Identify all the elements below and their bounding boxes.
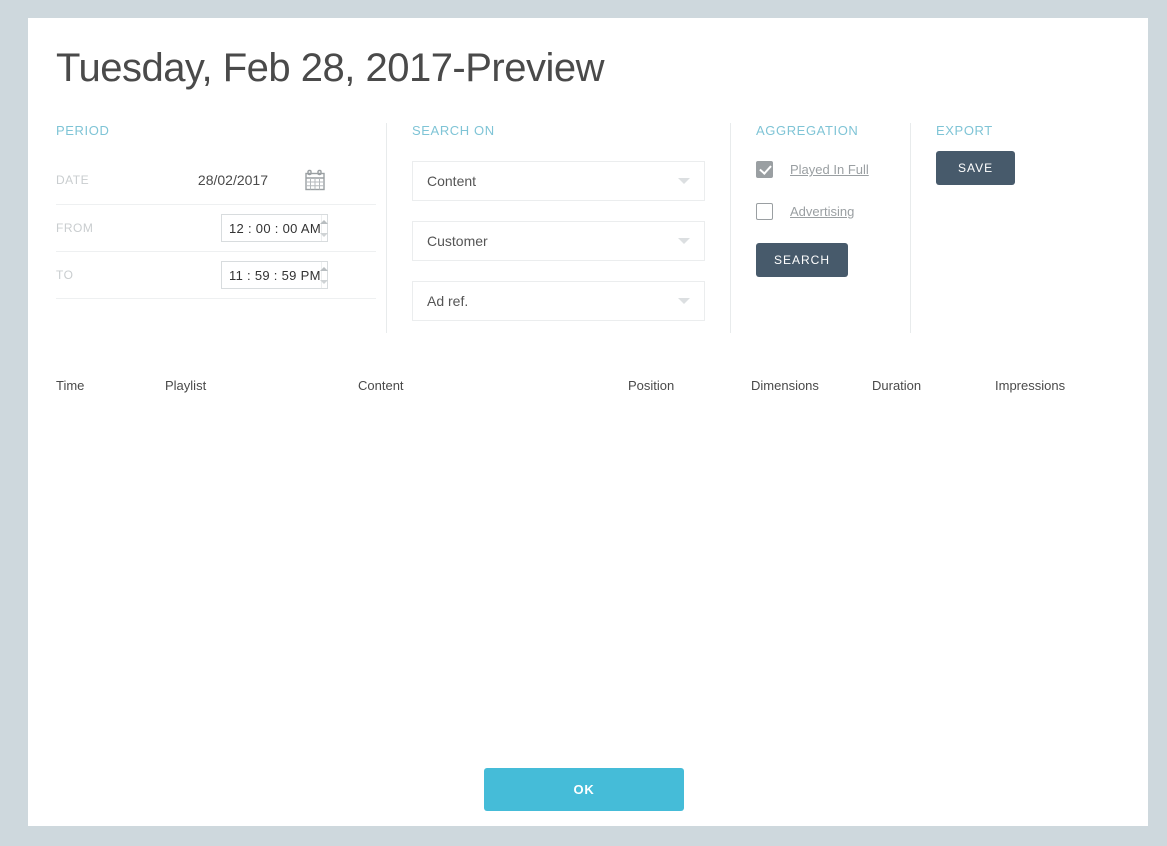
date-label: DATE (56, 172, 90, 187)
search-button[interactable]: SEARCH (756, 243, 849, 277)
to-spinner-up-icon[interactable] (322, 262, 327, 275)
chevron-down-icon (678, 238, 690, 244)
calendar-icon[interactable] (304, 169, 326, 191)
results-table-header: Time Playlist Content Position Dimension… (28, 378, 1148, 412)
results-table-body (28, 412, 1148, 752)
section-divider-3 (910, 123, 911, 333)
export-heading: EXPORT (936, 123, 993, 138)
to-spinner-down-icon[interactable] (322, 275, 327, 288)
from-spinner-buttons[interactable] (320, 215, 327, 241)
export-section: EXPORT SAVE (936, 123, 1096, 185)
date-row: DATE 28/02/2017 (56, 155, 376, 205)
to-time-stepper[interactable]: 11 : 59 : 59 PM (221, 261, 328, 289)
search-on-heading: SEARCH ON (412, 123, 495, 138)
content-select-value: Content (427, 173, 477, 189)
section-divider-1 (386, 123, 387, 333)
section-divider-2 (730, 123, 731, 333)
to-time-value[interactable]: 11 : 59 : 59 PM (222, 268, 321, 283)
from-spinner-down-icon[interactable] (322, 228, 327, 241)
to-spinner-buttons[interactable] (320, 262, 327, 288)
advertising-row[interactable]: Advertising (756, 199, 869, 224)
chevron-down-icon (678, 178, 690, 184)
period-heading: PERIOD (56, 123, 110, 138)
played-in-full-checkbox[interactable] (756, 161, 773, 178)
page-title: Tuesday, Feb 28, 2017-Preview (56, 46, 605, 90)
to-row: TO 11 : 59 : 59 PM (56, 252, 376, 299)
customer-select[interactable]: Customer (412, 221, 705, 261)
advertising-label[interactable]: Advertising (790, 204, 854, 219)
save-button[interactable]: SAVE (936, 151, 1016, 185)
aggregation-heading: AGGREGATION (756, 123, 859, 138)
date-value[interactable]: 28/02/2017 (198, 172, 268, 188)
to-label: TO (56, 268, 74, 282)
dialog-panel: Tuesday, Feb 28, 2017-Preview PERIOD DAT… (28, 18, 1148, 826)
customer-select-value: Customer (427, 233, 488, 249)
advertising-checkbox[interactable] (756, 203, 773, 220)
from-time-stepper[interactable]: 12 : 00 : 00 AM (221, 214, 328, 242)
played-in-full-label[interactable]: Played In Full (790, 162, 869, 177)
ad-ref-select-value: Ad ref. (427, 293, 469, 309)
from-spinner-up-icon[interactable] (322, 215, 327, 228)
ok-button[interactable]: OK (484, 768, 684, 811)
played-in-full-row[interactable]: Played In Full (756, 157, 869, 182)
filter-form: PERIOD DATE 28/02/2017 FROM 12: 00: 00… (28, 123, 1148, 353)
column-header-duration[interactable]: Duration (872, 378, 921, 393)
from-label: FROM (56, 221, 94, 235)
ad-ref-select[interactable]: Ad ref. (412, 281, 705, 321)
column-header-position[interactable]: Position (628, 378, 674, 393)
from-row: FROM 12 : 00 : 00 AM (56, 205, 376, 252)
column-header-time[interactable]: Time (56, 378, 84, 393)
chevron-down-icon (678, 298, 690, 304)
column-header-dimensions[interactable]: Dimensions (751, 378, 819, 393)
column-header-content[interactable]: Content (358, 378, 404, 393)
from-time-value[interactable]: 12 : 00 : 00 AM (222, 221, 321, 236)
column-header-impressions[interactable]: Impressions (995, 378, 1065, 393)
column-header-playlist[interactable]: Playlist (165, 378, 206, 393)
content-select[interactable]: Content (412, 161, 705, 201)
